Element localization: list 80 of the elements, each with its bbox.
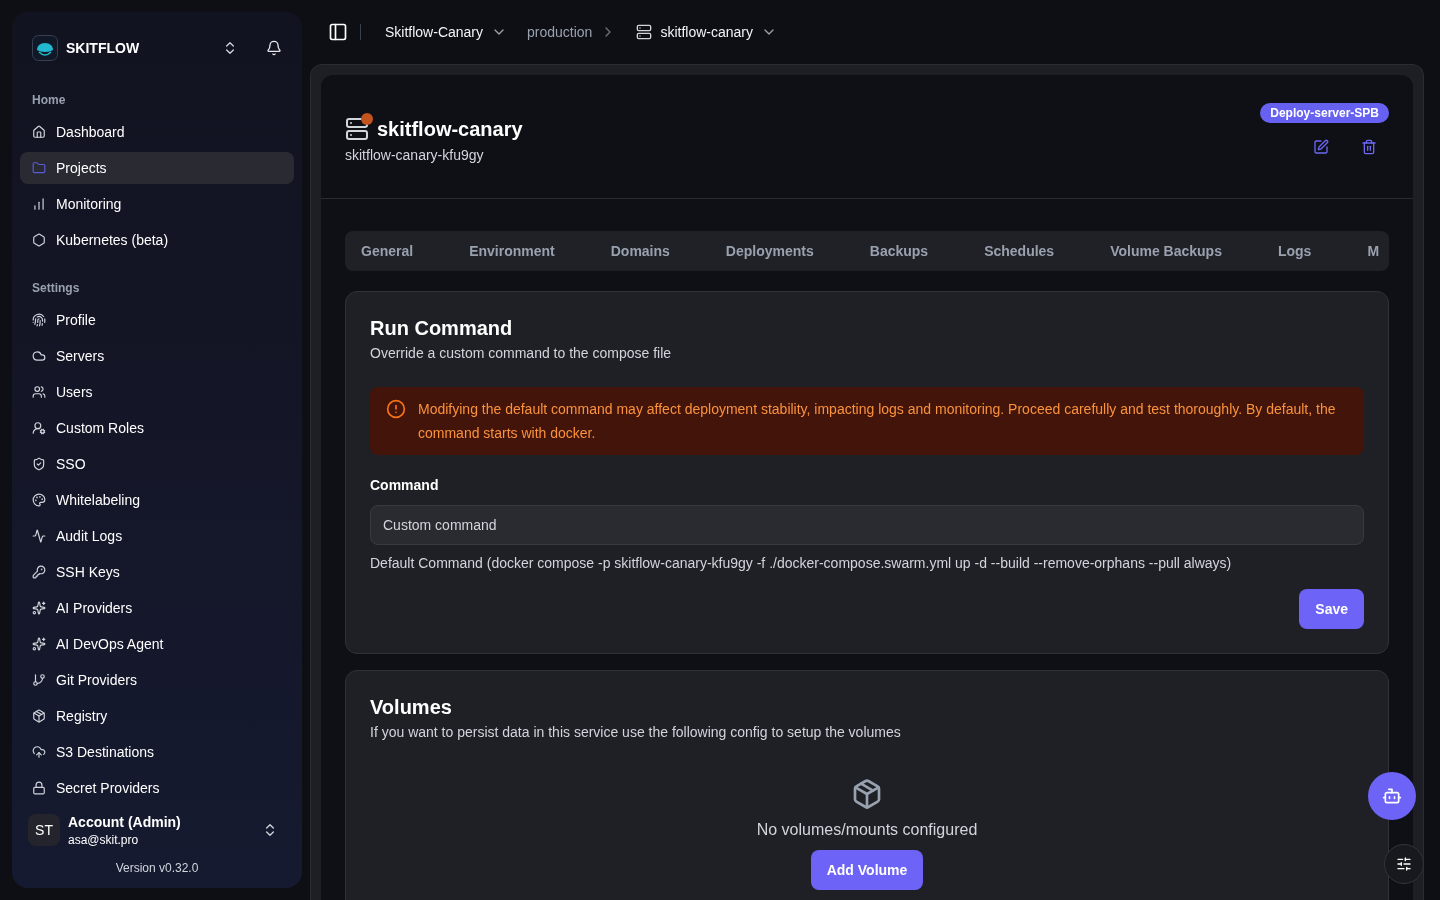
sidebar-item[interactable]: Audit Logs [20,520,294,552]
tab[interactable]: General [345,235,430,267]
sparkles-icon [32,601,46,615]
logo-icon [32,35,58,61]
palette-icon [32,493,46,507]
command-field[interactable]: Custom command [370,505,1364,545]
bar-chart-icon [32,197,46,211]
tab[interactable]: Logs [1261,235,1328,267]
warning-text: Modifying the default command may affect deployment stability, impacting logs and monitoring. Proceed carefully and test thoroughly. By default, the command starts with docker. [418,400,1337,443]
service-title: skitflow-canary [377,117,523,142]
tab[interactable]: Deployments [709,235,830,267]
user-gear-icon [32,421,46,435]
package-icon [851,778,883,810]
cloud-icon [32,349,46,363]
service-app-name: skitflow-canary-kfu9gy [345,146,485,165]
settings-icon [1396,856,1412,872]
sidebar-item[interactable]: Monitoring [20,188,294,220]
edit-icon[interactable] [1313,139,1329,155]
pulse-icon [32,529,46,543]
card-title: Run Command [370,316,514,341]
sidebar-item[interactable]: SSH Keys [20,556,294,588]
lock-icon [32,781,46,795]
key-icon [32,565,46,579]
empty-state-text: No volumes/mounts configured [756,820,978,840]
sidebar-item[interactable]: Custom Roles [20,412,294,444]
account-email: asa@skit.pro [68,832,140,848]
sidebar-item[interactable]: AI Providers [20,592,294,624]
house-icon [32,125,46,139]
breadcrumb-link[interactable]: Skitflow-Canary [385,22,484,42]
tab[interactable]: Domains [594,235,686,267]
tab[interactable]: Backups [853,235,945,267]
default-command-hint: Default Command (docker compose -p skitflow-canary-kfu9gy -f ./docker-compose.swarm.yml up -d --build --remove-orphans --pull always) [370,554,1233,573]
card-description: Override a custom command to the compose file [370,344,673,363]
tab[interactable]: Volume Backups [1094,235,1238,267]
section-heading: Home [31,92,67,108]
sidebar-item[interactable]: Whitelabeling [20,484,294,516]
field-label: Command [370,476,440,495]
sidebar-item[interactable]: Servers [20,340,294,372]
sidebar-item[interactable]: Git Providers [20,664,294,696]
version-text: Version v0.32.0 [114,860,200,877]
fingerprint-icon [32,313,46,327]
sidebar-item[interactable]: Kubernetes (beta) [20,224,294,256]
service-icon [636,24,653,40]
package-icon [32,709,46,723]
bot-icon [1382,786,1402,806]
sidebar-item[interactable]: Users [20,376,294,408]
breadcrumb-link[interactable]: production [527,22,593,42]
users-icon [32,385,46,399]
sidebar-item[interactable]: Projects [20,152,294,184]
service-icon [345,117,369,141]
sparkles-icon [32,637,46,651]
shield-icon [32,457,46,471]
alert-icon [386,399,406,419]
card-description: If you want to persist data in this service use the following config to setup the volumes [370,723,902,742]
hexagon-icon [32,233,46,247]
sidebar-item[interactable]: AI DevOps Agent [20,628,294,660]
breadcrumb-link[interactable]: skitflow-canary [660,22,753,42]
server-badge: Deploy-server-SPB [1260,103,1389,123]
account-name: Account (Admin) [68,813,181,832]
card-title: Volumes [370,695,453,720]
folder-icon [32,161,46,175]
cloud-upload-icon [32,745,46,759]
sidebar-item[interactable]: Profile [20,304,294,336]
save-button[interactable]: Save [1299,589,1364,629]
sidebar-item[interactable]: Secret Providers [20,772,294,804]
git-branch-icon [32,673,46,687]
tab[interactable]: Schedules [968,235,1071,267]
delete-icon[interactable] [1361,139,1377,155]
tab[interactable]: M [1351,235,1389,267]
tab[interactable]: Environment [453,235,571,267]
sidebar-item[interactable]: S3 Destinations [20,736,294,768]
sidebar-item[interactable]: Registry [20,700,294,732]
sidebar-item[interactable]: Dashboard [20,116,294,148]
section-heading: Settings [31,280,81,296]
notification-icon[interactable] [266,40,282,56]
avatar: ST [28,814,60,846]
brand-name: SKITFLOW [66,39,140,58]
add-volume-button[interactable]: Add Volume [810,850,924,890]
sidebar-toggle-icon[interactable] [328,22,348,42]
sidebar-item[interactable]: SSO [20,448,294,480]
